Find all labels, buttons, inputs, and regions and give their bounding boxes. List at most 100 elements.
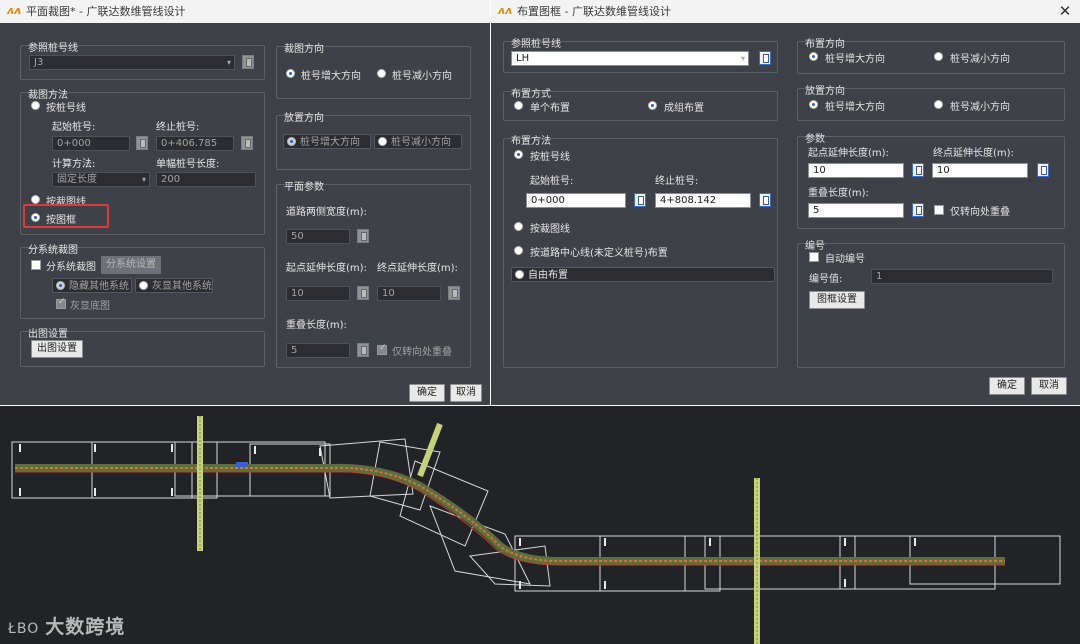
end-ext-pick-icon[interactable] — [448, 286, 460, 300]
ok-button[interactable]: 确定 — [409, 384, 445, 402]
end-stake-input[interactable]: 0+406.785 — [156, 136, 234, 151]
single-length-input[interactable]: 200 — [156, 172, 256, 187]
dir-decrease-radio[interactable] — [934, 52, 943, 61]
subsystem-settings-button[interactable]: 分系统设置 — [101, 256, 161, 274]
left-titlebar: ᴧᴧ 平面裁图* - 广联达数维管线设计 — [0, 0, 490, 23]
place-increase-label: 桩号增大方向 — [825, 102, 885, 113]
ref-line-pick-icon[interactable] — [759, 51, 771, 65]
start-ext-input[interactable]: 10 — [808, 163, 904, 178]
right-dialog: ᴧᴧ 布置图框 - 广联达数维管线设计 ✕ 参照桩号线 LH ▾ 布置方式 单个布… — [491, 0, 1080, 405]
right-titlebar: ᴧᴧ 布置图框 - 广联达数维管线设计 ✕ — [491, 0, 1080, 23]
road-width-input[interactable]: 50 — [286, 229, 350, 244]
end-ext-input[interactable]: 10 — [932, 163, 1028, 178]
end-ext-label: 终点延伸长度(m): — [377, 263, 458, 274]
turn-only-checkbox[interactable] — [377, 343, 387, 355]
place-decrease-option[interactable]: 桩号减小方向 — [374, 134, 462, 149]
cad-viewport[interactable] — [0, 406, 1080, 644]
place-decrease-radio[interactable] — [378, 137, 387, 146]
start-ext-pick-icon[interactable] — [357, 286, 369, 300]
end-ext-label: 终点延伸长度(m): — [933, 148, 1014, 159]
end-stake-label: 终止桩号: — [156, 122, 200, 133]
cancel-button[interactable]: 取消 — [1031, 377, 1067, 395]
end-stake-label: 终止桩号: — [655, 176, 699, 187]
layout-method-group-label: 布置方法 — [511, 136, 551, 147]
output-settings-button[interactable]: 出图设置 — [31, 340, 83, 358]
overlap-input[interactable]: 5 — [286, 343, 350, 358]
ref-line-group-label: 参照桩号线 — [28, 43, 78, 54]
end-stake-pick-icon[interactable] — [241, 136, 253, 150]
ref-line-select[interactable]: J3 ▾ — [29, 55, 235, 70]
close-icon[interactable]: ✕ — [1058, 0, 1072, 23]
place-increase-option[interactable]: 桩号增大方向 — [283, 134, 371, 149]
subsystem-group-label: 分系统裁图 — [28, 245, 78, 256]
by-cut-line-radio[interactable] — [514, 222, 523, 231]
end-stake-pick-icon[interactable] — [759, 193, 771, 207]
number-group-label: 编号 — [805, 241, 825, 252]
overlap-label: 重叠长度(m): — [286, 320, 347, 331]
dir-increase-label: 桩号增大方向 — [825, 54, 885, 65]
dir-decrease-label: 桩号减小方向 — [950, 54, 1010, 65]
place-decrease-label: 桩号减小方向 — [950, 102, 1010, 113]
subsystem-checkbox[interactable] — [31, 260, 41, 270]
place-increase-radio[interactable] — [287, 137, 296, 146]
pipeline-drawing — [11, 416, 1061, 644]
group-layout-label: 成组布置 — [664, 103, 704, 114]
number-value-input[interactable]: 1 — [871, 269, 1053, 284]
by-cut-line-label: 按裁图线 — [530, 224, 570, 235]
single-length-label: 单幅桩号长度: — [156, 159, 220, 170]
chevron-down-icon: ▾ — [740, 54, 745, 63]
start-ext-input[interactable]: 10 — [286, 286, 350, 301]
single-layout-radio[interactable] — [514, 101, 523, 110]
end-ext-input[interactable]: 10 — [377, 286, 441, 301]
gray-other-radio[interactable] — [139, 281, 148, 290]
by-stake-line-radio[interactable] — [31, 101, 40, 110]
auto-number-label: 自动编号 — [825, 254, 865, 265]
start-stake-pick-icon[interactable] — [634, 193, 646, 207]
chevron-down-icon: ▾ — [141, 175, 146, 184]
start-stake-input[interactable]: 0+000 — [526, 193, 626, 208]
output-group-label: 出图设置 — [28, 329, 68, 340]
end-stake-input[interactable]: 4+808.142 — [655, 193, 751, 208]
place-decrease-radio[interactable] — [934, 100, 943, 109]
cut-dir-decrease-radio[interactable] — [377, 69, 386, 78]
group-layout-radio[interactable] — [648, 101, 657, 110]
by-stake-line-label: 按桩号线 — [46, 103, 86, 114]
params-group-label: 参数 — [805, 134, 825, 145]
overlap-pick-icon[interactable] — [357, 343, 369, 357]
end-ext-pick-icon[interactable] — [1037, 163, 1049, 177]
by-cut-line-radio[interactable] — [31, 195, 40, 204]
plane-params-group-label: 平面参数 — [284, 182, 324, 193]
by-stake-line-label: 按桩号线 — [530, 152, 570, 163]
place-increase-radio[interactable] — [809, 100, 818, 109]
free-layout-option[interactable]: 自由布置 — [511, 267, 775, 282]
by-center-line-radio[interactable] — [514, 246, 523, 255]
overlap-input[interactable]: 5 — [808, 203, 904, 218]
ok-button[interactable]: 确定 — [989, 377, 1025, 395]
ref-line-group-label: 参照桩号线 — [511, 39, 561, 50]
calc-method-select[interactable]: 固定长度 ▾ — [52, 172, 150, 187]
dir-increase-radio[interactable] — [809, 52, 818, 61]
cut-dir-increase-radio[interactable] — [286, 69, 295, 78]
hide-other-option[interactable]: 隐藏其他系统 — [52, 278, 132, 293]
cut-dir-increase-label: 桩号增大方向 — [301, 71, 361, 82]
calc-method-label: 计算方法: — [52, 159, 96, 170]
turn-only-label: 仅转向处重叠 — [392, 347, 452, 358]
frame-settings-button[interactable]: 图框设置 — [809, 291, 865, 309]
turn-only-checkbox[interactable] — [934, 205, 944, 215]
ref-line-select[interactable]: LH ▾ — [511, 51, 749, 66]
start-stake-pick-icon[interactable] — [136, 136, 148, 150]
hide-other-radio[interactable] — [56, 281, 65, 290]
overlap-pick-icon[interactable] — [912, 203, 924, 217]
place-direction-group-label: 放置方向 — [805, 86, 845, 97]
gray-other-option[interactable]: 灰显其他系统 — [135, 278, 213, 293]
cancel-button[interactable]: 取消 — [450, 384, 482, 402]
number-value-label: 编号值: — [809, 274, 843, 285]
gray-base-checkbox[interactable] — [56, 297, 66, 309]
by-stake-line-radio[interactable] — [514, 150, 523, 159]
auto-number-checkbox[interactable] — [809, 252, 819, 262]
road-width-pick-icon[interactable] — [357, 229, 369, 243]
ref-line-pick-icon[interactable] — [242, 55, 254, 69]
free-layout-radio[interactable] — [515, 270, 524, 279]
start-stake-input[interactable]: 0+000 — [52, 136, 130, 151]
start-ext-pick-icon[interactable] — [912, 163, 924, 177]
